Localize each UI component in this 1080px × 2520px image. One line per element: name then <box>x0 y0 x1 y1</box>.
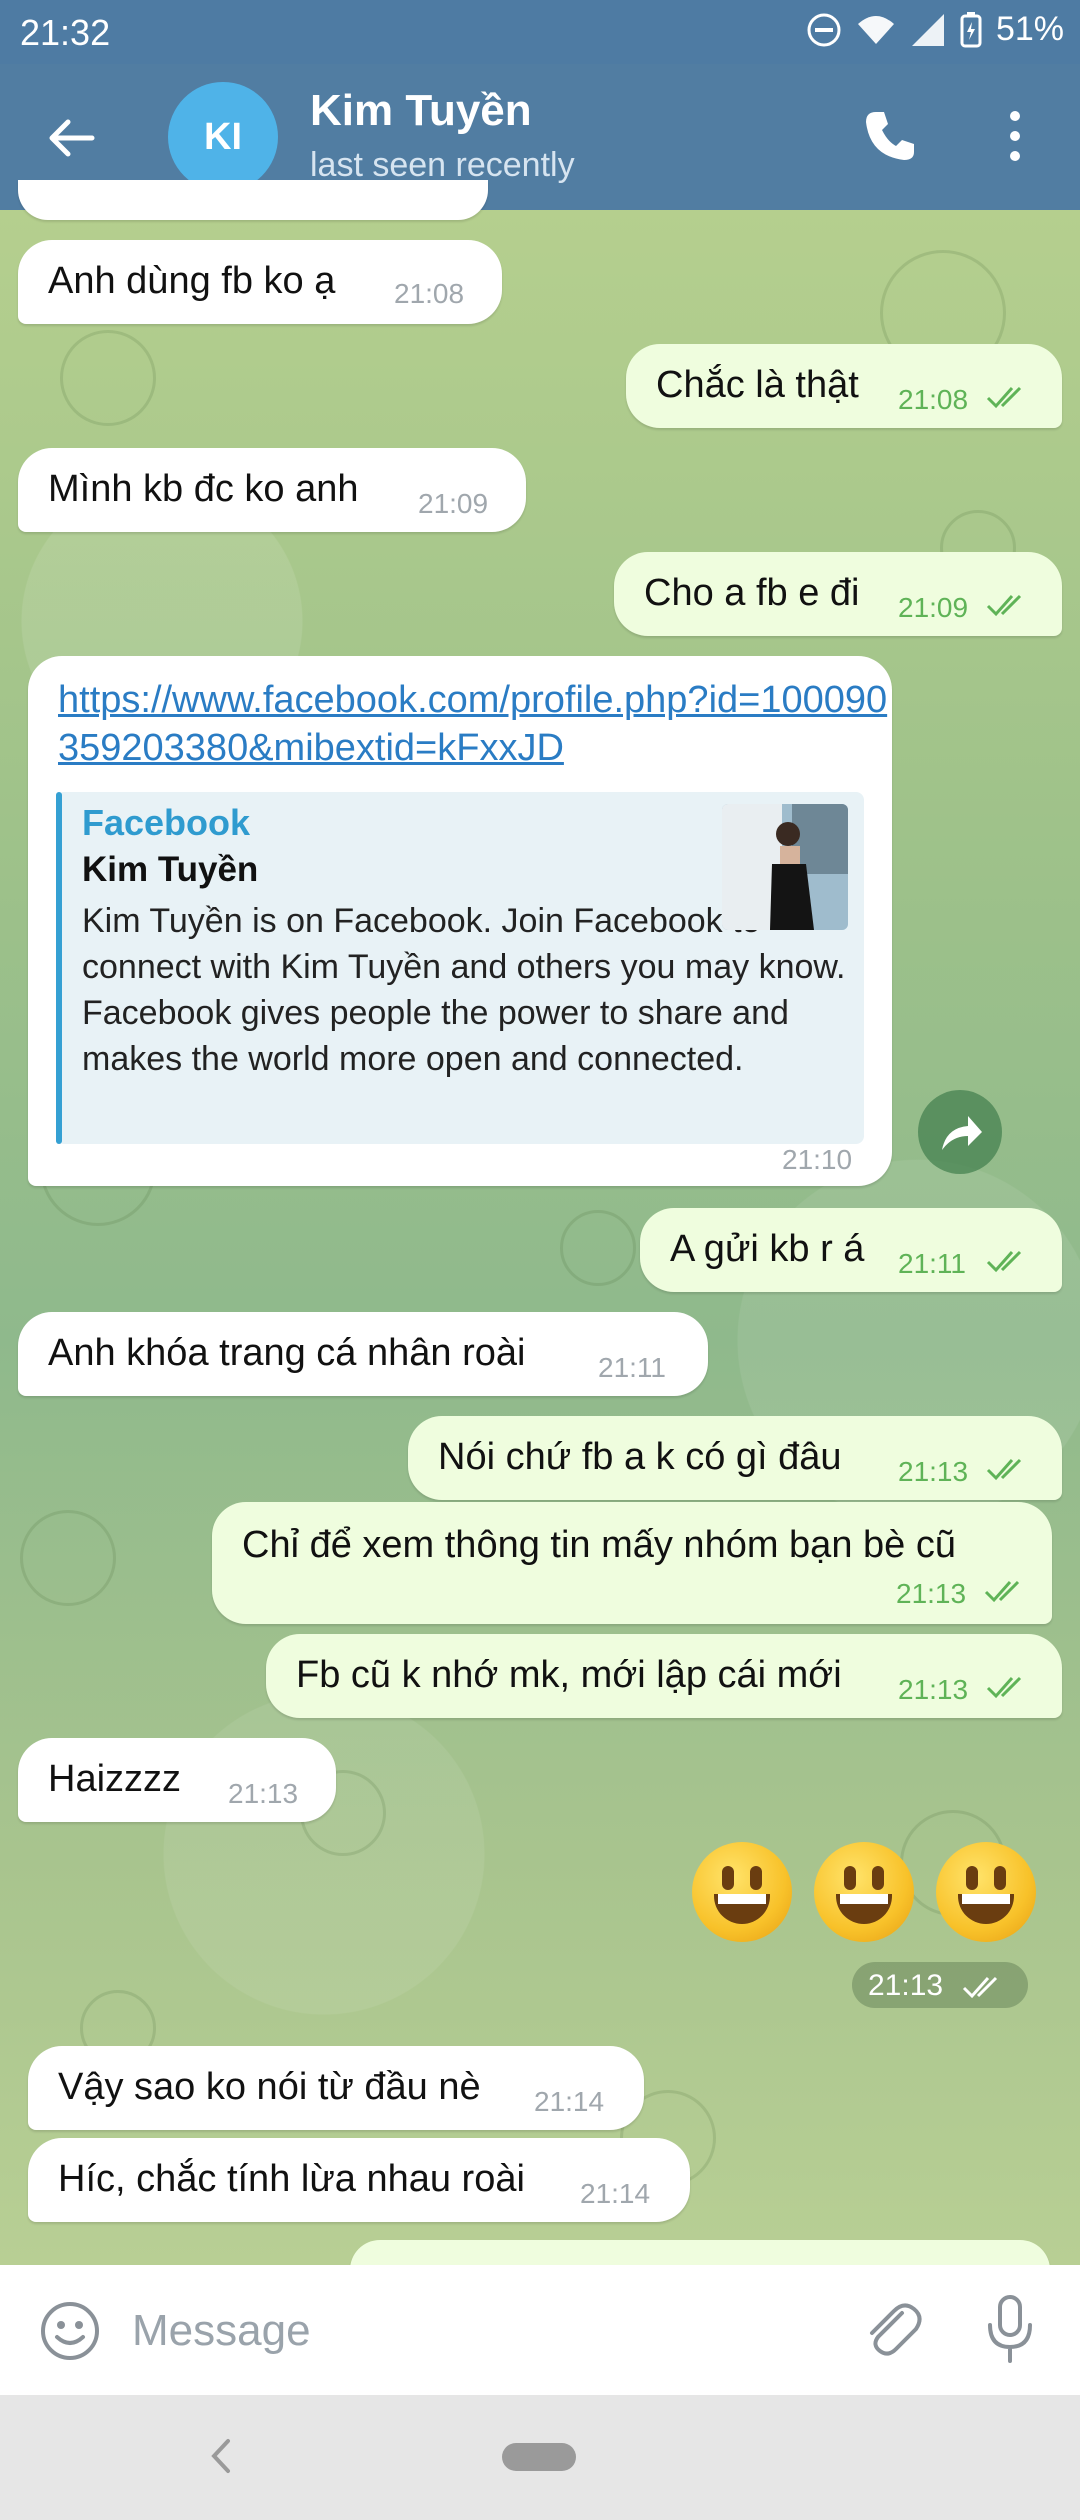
do-not-disturb-icon <box>807 13 841 46</box>
signal-icon <box>911 13 944 46</box>
read-check-icon <box>986 1676 1022 1699</box>
message-text: Chắc là thật <box>656 364 859 406</box>
emoji-icon[interactable] <box>38 2299 102 2363</box>
message-text: A gửi kb r á <box>670 1228 865 1270</box>
preview-accent-bar <box>56 792 62 1144</box>
message-time: 21:09 <box>898 592 969 623</box>
message-time: 21:08 <box>394 278 465 309</box>
smiley-emoji <box>936 1842 1036 1942</box>
status-icons: 51% <box>806 10 1064 49</box>
message-bubble[interactable]: Mình kb đc ko anh 21:09 <box>18 448 526 532</box>
preview-site-name: Facebook <box>82 802 251 843</box>
read-check-icon <box>986 386 1022 409</box>
message-bubble[interactable]: Anh dùng fb ko ạ 21:08 <box>18 240 502 324</box>
message-bubble[interactable]: Fb cũ k nhớ mk, mới lập cái mới 21:13 <box>266 1634 1062 1718</box>
message-time: 21:08 <box>898 384 969 415</box>
read-check-icon <box>962 1976 998 1999</box>
message-time: 21:13 <box>898 1674 969 1705</box>
message-time: 21:14 <box>580 2178 651 2209</box>
message-text: Mình kb đc ko anh <box>48 468 359 510</box>
more-options-icon[interactable] <box>990 104 1040 168</box>
back-arrow-icon[interactable] <box>40 106 104 170</box>
message-time: 21:10 <box>782 1144 853 1175</box>
read-check-icon <box>986 1250 1022 1273</box>
read-check-icon <box>986 594 1022 617</box>
message-time: 21:13 <box>898 1456 969 1487</box>
emoji-message[interactable] <box>692 1842 1036 1942</box>
message-composer <box>0 2265 1080 2395</box>
message-time: 21:11 <box>898 1248 966 1279</box>
message-bubble[interactable]: A gửi kb r á 21:11 <box>640 1208 1062 1292</box>
message-bubble[interactable]: Vậy sao ko nói từ đầu nè 21:14 <box>28 2046 644 2130</box>
message-time: 21:14 <box>534 2086 605 2117</box>
battery-level: 51% <box>995 10 1064 48</box>
status-time: 21:32 <box>20 12 111 53</box>
nav-home-pill[interactable] <box>502 2443 576 2471</box>
message-time: 21:13 <box>868 1969 944 2002</box>
message-bubble[interactable]: Híc, chắc tính lừa nhau roài 21:14 <box>28 2138 690 2222</box>
smiley-emoji <box>814 1842 914 1942</box>
preview-thumbnail <box>722 804 848 930</box>
message-bubble[interactable]: Cho a fb e đi 21:09 <box>614 552 1062 636</box>
message-time: 21:13 <box>228 1778 299 1809</box>
message-time: 21:11 <box>598 1352 666 1383</box>
message-bubble[interactable]: Chắc là thật 21:08 <box>626 344 1062 428</box>
message-text: Fb cũ k nhớ mk, mới lập cái mới <box>296 1654 842 1696</box>
read-check-icon <box>986 1458 1022 1481</box>
message-bubble-partial[interactable] <box>18 180 488 220</box>
smiley-emoji <box>692 1842 792 1942</box>
link-preview[interactable]: Facebook Kim Tuyền Kim Tuyền is on Faceb… <box>56 792 864 1144</box>
message-bubble[interactable]: Chỉ để xem thông tin mấy nhóm bạn bè cũ … <box>212 1502 1052 1624</box>
read-check-icon <box>984 1580 1020 1603</box>
microphone-icon[interactable] <box>980 2293 1040 2367</box>
message-text: Chỉ để xem thông tin mấy nhóm bạn bè cũ <box>242 1524 956 1566</box>
message-bubble[interactable]: Haizzzz 21:13 <box>18 1738 336 1822</box>
status-bar: 21:32 51% <box>0 0 1080 64</box>
emoji-time-badge: 21:13 <box>852 1962 1028 2008</box>
message-text: Haizzzz <box>48 1758 182 1800</box>
link-message-bubble[interactable]: https://www.facebook.com/profile.php?id=… <box>28 656 892 1186</box>
profile-link[interactable]: https://www.facebook.com/profile.php?id=… <box>58 676 888 772</box>
preview-title: Kim Tuyền <box>82 850 259 889</box>
message-text: Cho a fb e đi <box>644 572 860 614</box>
message-bubble[interactable]: Anh khóa trang cá nhân roài 21:11 <box>18 1312 708 1396</box>
message-text: Anh dùng fb ko ạ <box>48 260 336 302</box>
message-text: Híc, chắc tính lừa nhau roài <box>58 2158 525 2200</box>
attach-icon[interactable] <box>856 2295 926 2365</box>
message-text: Vậy sao ko nói từ đầu nè <box>58 2066 481 2108</box>
wifi-icon <box>857 15 894 44</box>
message-text: Nói chứ fb a k có gì đâu <box>438 1436 842 1478</box>
battery-icon <box>960 11 982 47</box>
message-time: 21:09 <box>418 488 489 519</box>
nav-back-icon[interactable] <box>196 2431 246 2481</box>
message-text: Anh khóa trang cá nhân roài <box>48 1332 526 1374</box>
chat-title[interactable]: Kim Tuyền <box>310 86 532 136</box>
avatar[interactable]: KI <box>168 82 278 192</box>
share-icon[interactable] <box>918 1090 1002 1174</box>
message-input[interactable] <box>130 2285 834 2377</box>
message-time: 21:13 <box>896 1578 967 1609</box>
phone-icon[interactable] <box>858 104 922 168</box>
message-bubble[interactable]: Nói chứ fb a k có gì đâu 21:13 <box>408 1416 1062 1500</box>
system-nav-bar <box>0 2395 1080 2520</box>
